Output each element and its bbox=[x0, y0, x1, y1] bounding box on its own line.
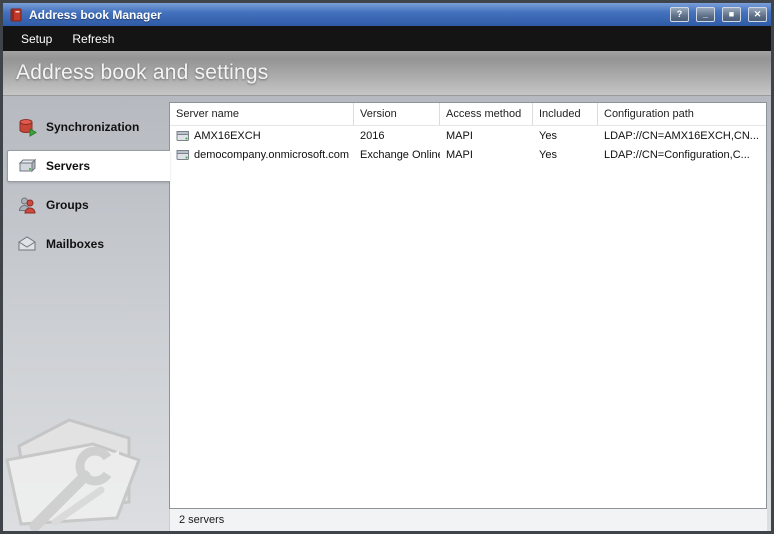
minimize-button[interactable]: _ bbox=[696, 7, 715, 22]
page-header: Address book and settings bbox=[3, 51, 771, 96]
app-window: Address book Manager ? _ ■ ✕ Setup Refre… bbox=[0, 0, 774, 534]
servers-icon bbox=[17, 156, 37, 176]
cell-server-name: democompany.onmicrosoft.com bbox=[194, 148, 350, 161]
sidebar-item-servers[interactable]: Servers bbox=[7, 150, 170, 182]
sidebar-item-mailboxes[interactable]: Mailboxes bbox=[7, 228, 169, 260]
groups-icon bbox=[17, 195, 37, 215]
cell-access-method: MAPI bbox=[446, 148, 473, 161]
menu-item-setup[interactable]: Setup bbox=[11, 26, 62, 51]
status-bar: 2 servers bbox=[169, 509, 767, 531]
mailboxes-icon bbox=[17, 234, 37, 254]
cell-version: Exchange Online bbox=[360, 148, 440, 161]
cell-included: Yes bbox=[539, 129, 557, 142]
column-header-version[interactable]: Version bbox=[354, 103, 440, 125]
close-button[interactable]: ✕ bbox=[748, 7, 767, 22]
column-header-configuration-path[interactable]: Configuration path bbox=[598, 103, 766, 125]
title-bar: Address book Manager ? _ ■ ✕ bbox=[3, 3, 771, 26]
cell-configuration-path: LDAP://CN=Configuration,C... bbox=[604, 148, 750, 161]
sidebar-nav: Synchronization Servers Groups Mailboxes bbox=[3, 96, 170, 531]
sidebar-item-groups[interactable]: Groups bbox=[7, 189, 169, 221]
servers-table-header: Server name Version Access method Includ… bbox=[170, 103, 766, 126]
sidebar-item-label: Groups bbox=[46, 198, 89, 212]
sidebar-item-label: Mailboxes bbox=[46, 237, 105, 251]
folder-wrench-watermark-icon bbox=[3, 384, 147, 531]
window-title: Address book Manager bbox=[29, 7, 162, 22]
synchronization-icon bbox=[17, 117, 37, 137]
menu-bar: Setup Refresh bbox=[3, 26, 771, 51]
server-count-status: 2 servers bbox=[179, 514, 225, 526]
main-column: Server name Version Access method Includ… bbox=[169, 96, 771, 531]
maximize-button[interactable]: ■ bbox=[722, 7, 741, 22]
column-header-server-name[interactable]: Server name bbox=[170, 103, 354, 125]
sidebar-item-label: Synchronization bbox=[46, 120, 140, 134]
server-row-icon bbox=[176, 130, 190, 142]
cell-configuration-path: LDAP://CN=AMX16EXCH,CN... bbox=[604, 129, 759, 142]
menu-item-refresh[interactable]: Refresh bbox=[62, 26, 124, 51]
column-header-included[interactable]: Included bbox=[533, 103, 598, 125]
sidebar-item-label: Servers bbox=[46, 159, 91, 173]
cell-server-name: AMX16EXCH bbox=[194, 129, 261, 142]
cell-access-method: MAPI bbox=[446, 129, 473, 142]
servers-panel: Server name Version Access method Includ… bbox=[169, 102, 767, 509]
page-title: Address book and settings bbox=[16, 61, 269, 84]
content-area: Synchronization Servers Groups Mailboxes… bbox=[3, 96, 771, 531]
server-row-icon bbox=[176, 149, 190, 161]
table-row[interactable]: AMX16EXCH 2016 MAPI Yes LDAP://CN=AMX16E… bbox=[170, 126, 766, 145]
app-book-icon bbox=[8, 7, 24, 23]
sidebar-item-synchronization[interactable]: Synchronization bbox=[7, 111, 169, 143]
cell-included: Yes bbox=[539, 148, 557, 161]
cell-version: 2016 bbox=[360, 129, 385, 142]
column-header-access-method[interactable]: Access method bbox=[440, 103, 533, 125]
help-button[interactable]: ? bbox=[670, 7, 689, 22]
table-row[interactable]: democompany.onmicrosoft.com Exchange Onl… bbox=[170, 145, 766, 164]
